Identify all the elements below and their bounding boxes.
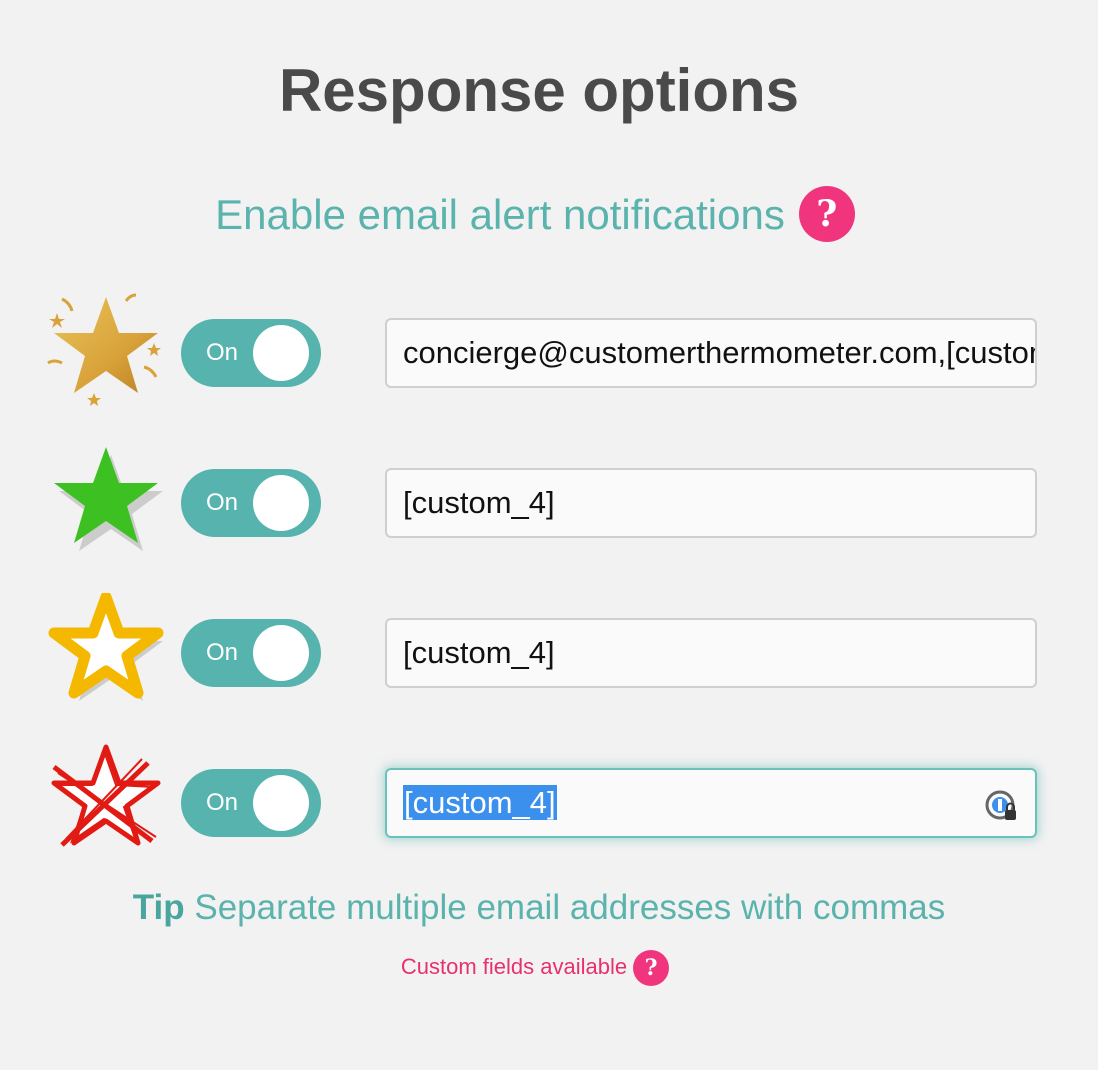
help-icon[interactable]: ?: [633, 950, 670, 986]
email-input-value: [custom_4]: [403, 485, 555, 520]
email-input-value-selected: [custom_4]: [403, 785, 557, 820]
email-input-value: [custom_4]: [403, 635, 555, 670]
toggle-knob: [253, 325, 309, 381]
email-input[interactable]: [custom_4]: [385, 618, 1037, 688]
toggle-switch[interactable]: On: [181, 319, 321, 387]
alert-row-yellow-star: On [custom_4]: [0, 593, 1098, 713]
toggle-switch[interactable]: On: [181, 769, 321, 837]
toggle-label: On: [206, 639, 239, 666]
alert-row-green-star: On [custom_4]: [0, 443, 1098, 563]
alert-row-red-star: On [custom_4]: [0, 743, 1098, 863]
red-crossed-star-icon: [51, 744, 161, 847]
gold-star-sparkle-icon: [47, 293, 161, 406]
email-input[interactable]: concierge@customerthermometer.com,[custo…: [385, 318, 1037, 388]
custom-fields-label: Custom fields available: [400, 953, 628, 979]
tip-prefix: Tip: [132, 888, 185, 927]
alert-row-gold-star: On concierge@customerthermometer.com,[cu…: [0, 293, 1098, 413]
yellow-outline-star-icon: [48, 593, 164, 701]
toggle-switch[interactable]: On: [181, 619, 321, 687]
email-alerts-heading-text: Enable email alert notifications: [215, 191, 785, 239]
toggle-knob: [253, 625, 309, 681]
email-input[interactable]: [custom_4]: [385, 768, 1037, 838]
toggle-knob: [253, 775, 309, 831]
toggle-switch[interactable]: On: [181, 469, 321, 537]
tip-text: Tip Separate multiple email addresses wi…: [0, 888, 1078, 928]
email-alerts-heading: Enable email alert notifications?: [0, 186, 1070, 246]
tip-message: Separate multiple email addresses with c…: [184, 888, 946, 927]
toggle-knob: [253, 475, 309, 531]
toggle-label: On: [206, 789, 239, 816]
toggle-label: On: [206, 489, 239, 516]
help-icon[interactable]: ?: [798, 186, 855, 242]
email-input[interactable]: [custom_4]: [385, 468, 1037, 538]
page-title: Response options: [278, 57, 800, 124]
password-manager-icon[interactable]: [985, 789, 1019, 823]
custom-fields-link[interactable]: Custom fields available?: [0, 950, 1070, 986]
email-input-value: concierge@customerthermometer.com,[custo…: [403, 335, 1037, 370]
green-star-icon: [54, 447, 163, 551]
toggle-label: On: [206, 339, 239, 366]
